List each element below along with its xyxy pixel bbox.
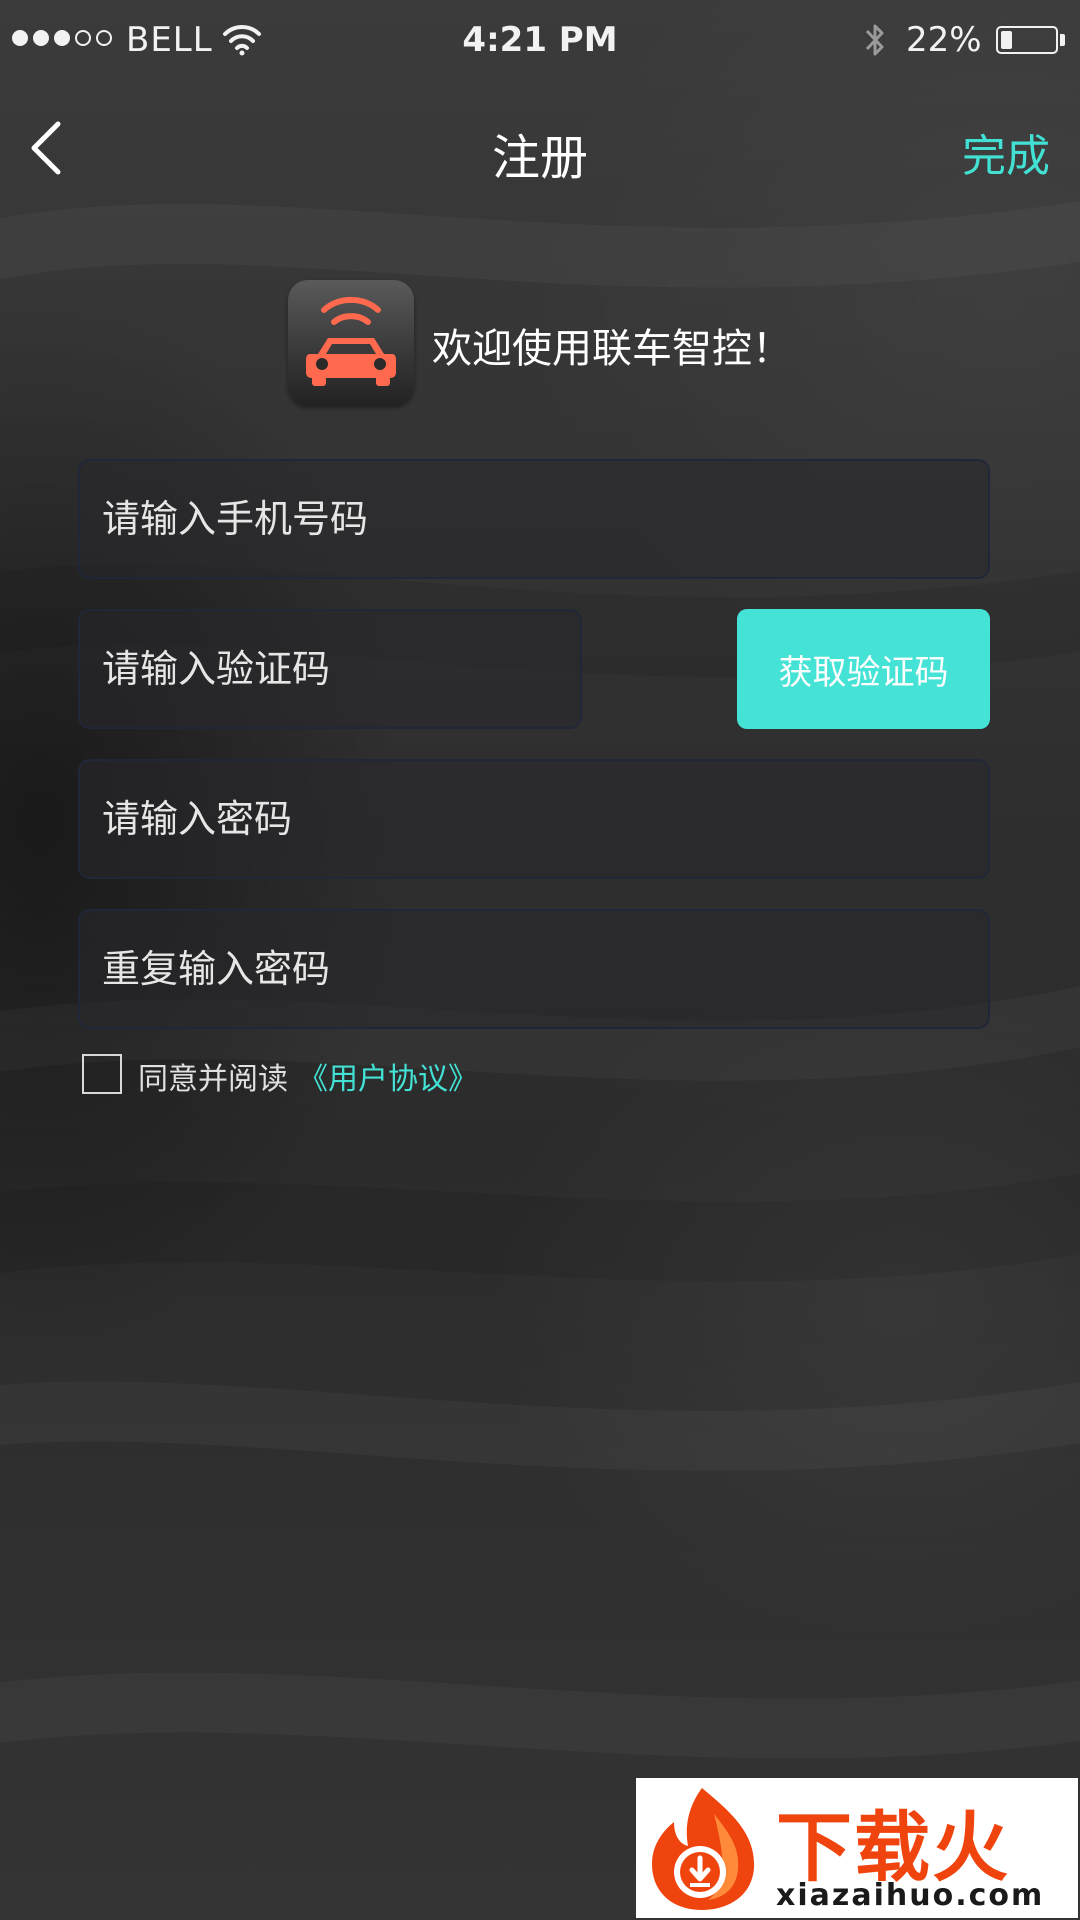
repeat-password-input[interactable] [80, 911, 988, 1027]
flame-logo-icon [652, 1788, 755, 1910]
repeat-password-field [78, 909, 990, 1029]
status-bar: BELL 4:21 PM 22% [0, 0, 1080, 80]
agreement-checkbox[interactable] [82, 1054, 122, 1094]
password-field [78, 759, 990, 879]
agreement-text: 同意并阅读 [138, 1062, 288, 1097]
welcome-text: 欢迎使用联车智控！ [432, 326, 792, 372]
register-screen: BELL 4:21 PM 22% 注册 完成 欢迎使用联车智控！ 请输入手机号码… [0, 0, 1080, 1920]
watermark: 下载火 xiazaihuo.com [636, 1778, 1078, 1918]
code-field [78, 609, 582, 729]
app-logo [288, 280, 414, 406]
user-agreement-link[interactable]: 《用户协议》 [298, 1054, 478, 1098]
bluetooth-icon [865, 24, 884, 56]
connected-car-icon [306, 296, 396, 386]
chevron-left-icon [31, 121, 61, 175]
verification-code-input[interactable] [80, 611, 580, 727]
back-button[interactable] [24, 116, 68, 180]
get-code-button[interactable]: 获取验证码 [737, 609, 990, 729]
phone-input[interactable] [80, 461, 988, 577]
page-title: 注册 [491, 130, 588, 186]
battery-cap [1060, 34, 1065, 46]
battery-icon [996, 26, 1058, 54]
watermark-url: xiazaihuo.com [776, 1878, 1045, 1913]
done-button[interactable]: 完成 [962, 120, 1050, 184]
battery-level [1001, 31, 1012, 49]
phone-field [78, 459, 990, 579]
battery-percent: 22% [906, 20, 982, 60]
password-input[interactable] [80, 761, 988, 877]
